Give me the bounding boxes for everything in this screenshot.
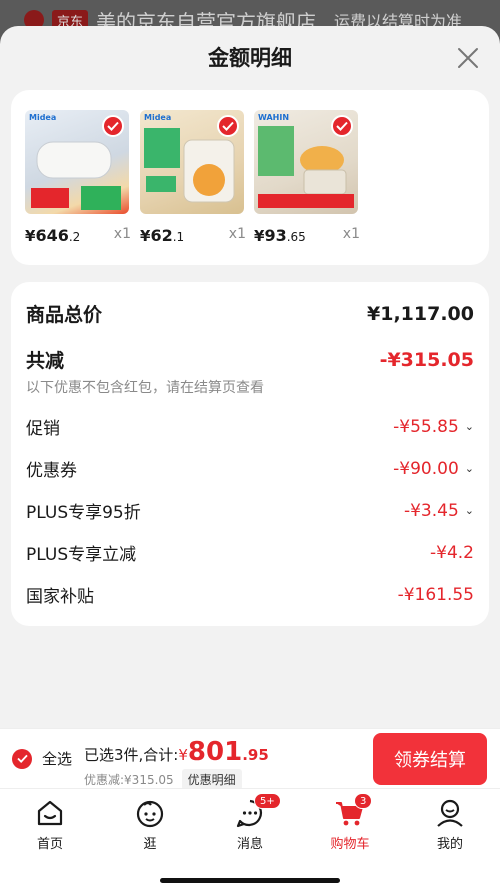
checkout-button[interactable]: 领券结算 [373, 733, 487, 785]
tab-cart-label: 购物车 [330, 837, 370, 852]
plus-reduction-row: PLUS专享立减 -¥4.2 [26, 540, 474, 566]
national-subsidy-value: -¥161.55 [397, 584, 474, 605]
chevron-down-icon: ⌄ [464, 504, 474, 517]
message-icon: 5+ [234, 793, 281, 829]
select-all-label: 全选 [42, 750, 73, 768]
price-breakdown-card: 商品总价 ¥1,117.00 共减 -¥315.05 以下优惠不包含红包，请在结… [11, 282, 489, 626]
tab-home-label: 首页 [36, 837, 63, 852]
total-amount-decimal: .95 [242, 746, 269, 764]
national-subsidy-label: 国家补贴 [26, 587, 94, 607]
tab-profile-label: 我的 [436, 837, 463, 852]
cart-badge: 3 [354, 793, 373, 809]
browse-face-icon [134, 797, 166, 829]
reduction-note: 以下优惠不包含红包，请在结算页查看 [26, 380, 264, 396]
product-item[interactable]: WAHIN ¥93.65 x1 [254, 110, 372, 245]
discount-text: 优惠减:¥315.05 [84, 773, 174, 787]
product-check-icon [217, 115, 239, 137]
promotion-row[interactable]: 促销 -¥55.85 ⌄ [26, 414, 474, 440]
total-reduction-value: -¥315.05 [379, 348, 474, 371]
product-price: ¥93.65 [254, 226, 306, 245]
coupon-value: -¥90.00 [393, 458, 459, 479]
select-all-toggle[interactable]: 全选 [12, 748, 72, 769]
national-subsidy-row: 国家补贴 -¥161.55 [26, 582, 474, 608]
close-icon [458, 48, 478, 68]
plus-reduction-label: PLUS专享立减 [26, 545, 137, 565]
total-reduction-row: 共减 -¥315.05 [26, 346, 474, 373]
coupon-label: 优惠券 [26, 461, 77, 481]
tab-browse[interactable]: 逛 [100, 797, 200, 852]
coupon-row[interactable]: 优惠券 -¥90.00 ⌄ [26, 456, 474, 482]
total-price-row: 商品总价 ¥1,117.00 [26, 300, 474, 327]
plus-discount-row[interactable]: PLUS专享95折 -¥3.45 ⌄ [26, 498, 474, 524]
cart-icon: 3 [334, 793, 373, 829]
checkout-bar: 全选 已选3件,合计: ¥ 801 .95 优惠减:¥315.05 优惠明细 领… [0, 728, 500, 790]
product-item[interactable]: Midea ¥646.2 x1 [25, 110, 143, 245]
products-card: Midea ¥646.2 x1 Midea ¥62.1 x1 WAHIN ¥93… [11, 90, 489, 265]
messages-badge: 5+ [254, 793, 281, 809]
plus-discount-value: -¥3.45 [403, 500, 459, 521]
promotion-value: -¥55.85 [393, 416, 459, 437]
chevron-down-icon: ⌄ [464, 420, 474, 433]
home-indicator[interactable] [160, 878, 340, 883]
total-price-label: 商品总价 [26, 304, 103, 326]
check-icon [12, 748, 32, 769]
home-icon [34, 797, 66, 829]
plus-discount-label: PLUS专享95折 [26, 503, 141, 523]
close-button[interactable] [456, 46, 480, 70]
total-currency: ¥ [178, 746, 188, 764]
discount-summary: 优惠减:¥315.05 优惠明细 [84, 769, 242, 790]
product-price: ¥62.1 [140, 226, 185, 245]
product-item[interactable]: Midea ¥62.1 x1 [140, 110, 258, 245]
product-thumbnail: WAHIN [254, 110, 358, 214]
product-quantity: x1 [342, 226, 360, 242]
checkout-total: 已选3件,合计: ¥ 801 .95 [84, 737, 269, 767]
product-thumbnail: Midea [140, 110, 244, 214]
product-quantity: x1 [113, 226, 131, 242]
profile-icon [434, 797, 466, 829]
tab-cart[interactable]: 3 购物车 [300, 793, 400, 852]
tab-messages[interactable]: 5+ 消息 [200, 793, 300, 852]
product-check-icon [331, 115, 353, 137]
total-reduction-label: 共减 [26, 350, 65, 372]
chevron-down-icon: ⌄ [464, 462, 474, 475]
product-check-icon [102, 115, 124, 137]
product-thumbnail: Midea [25, 110, 129, 214]
tab-home[interactable]: 首页 [0, 797, 100, 852]
total-amount-integer: 801 [187, 737, 243, 767]
selected-count-text: 已选3件,合计: [84, 746, 179, 764]
discount-detail-button[interactable]: 优惠明细 [181, 769, 242, 790]
tab-browse-label: 逛 [143, 837, 157, 852]
tab-messages-label: 消息 [236, 837, 263, 852]
total-price-value: ¥1,117.00 [367, 302, 474, 325]
product-quantity: x1 [228, 226, 246, 242]
product-price: ¥646.2 [25, 226, 81, 245]
tab-profile[interactable]: 我的 [400, 797, 500, 852]
plus-reduction-value: -¥4.2 [430, 542, 474, 563]
sheet-title: 金额明细 [208, 46, 292, 70]
promotion-label: 促销 [26, 419, 60, 439]
